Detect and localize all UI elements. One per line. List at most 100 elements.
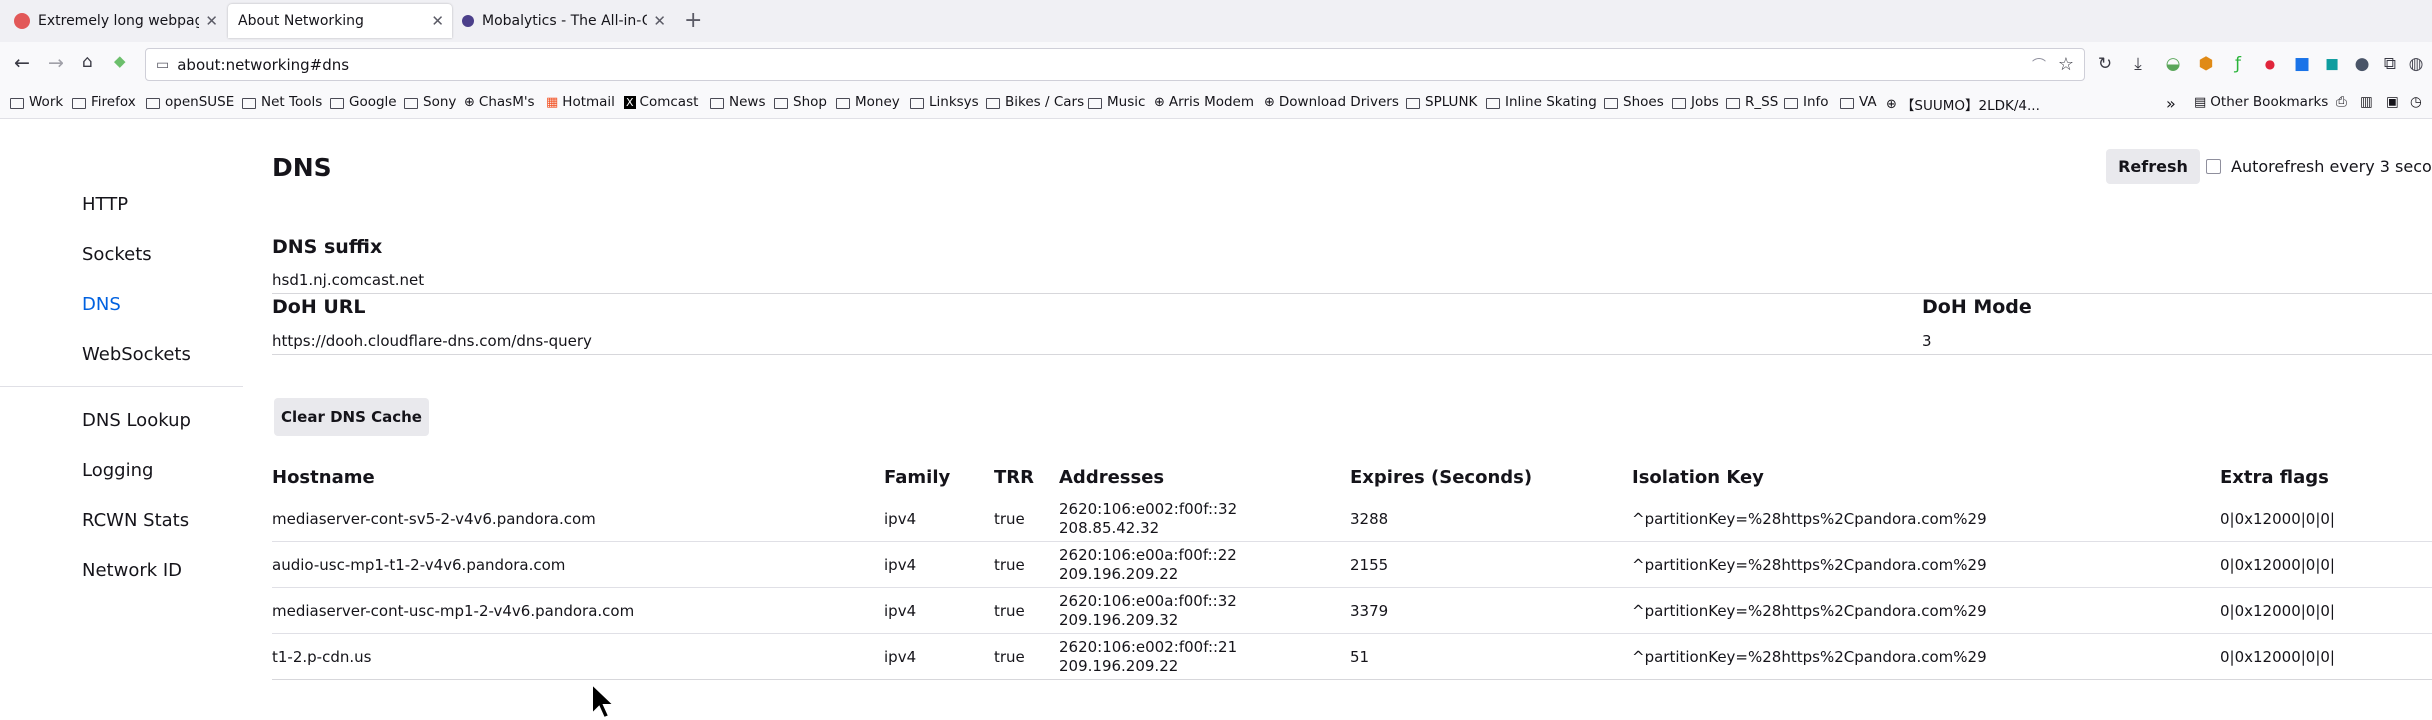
folder-icon [1840, 97, 1854, 109]
sidebar-item-dns-lookup[interactable]: DNS Lookup [82, 410, 191, 431]
bookmark-splunk[interactable]: SPLUNK [1406, 94, 1477, 110]
new-tab-icon[interactable]: + [684, 8, 702, 33]
sidebar-icon[interactable]: ▥ [2360, 94, 2373, 110]
autorefresh-checkbox[interactable] [2206, 159, 2221, 174]
bookmark-inline-skating[interactable]: Inline Skating [1486, 94, 1597, 110]
folder-icon [72, 97, 86, 109]
about-networking-page: HTTP Sockets DNS WebSockets DNS Lookup L… [0, 119, 2432, 720]
hostname-cell: audio-usc-mp1-t1-2-v4v6.pandora.com [272, 541, 884, 588]
doh-mode-value: 3 [1922, 332, 1932, 350]
history-clock-icon[interactable]: ◷ [2410, 94, 2422, 110]
extension-icon[interactable]: ● [2352, 54, 2372, 74]
sidebar-item-network-id[interactable]: Network ID [82, 560, 182, 581]
bookmark-bikes-cars[interactable]: Bikes / Cars [986, 94, 1084, 110]
globe-icon: ⊕ [1886, 96, 1897, 112]
navigation-toolbar: ← → ⌂ ◆ ▭ about:networking#dns ⌒ ☆ ↻ ⤓ ◒… [0, 42, 2432, 89]
extensions-puzzle-icon[interactable]: ⧉ [2380, 54, 2400, 74]
printer-icon[interactable]: ⎙ [2336, 94, 2347, 110]
tab-about-networking[interactable]: About Networking ✕ [228, 4, 452, 38]
sidebar-item-sockets[interactable]: Sockets [82, 244, 152, 265]
column-header-expires: Expires (Seconds) [1350, 466, 1533, 488]
close-icon[interactable]: ✕ [205, 12, 218, 30]
bookmark-hotmail[interactable]: ▦ Hotmail [546, 94, 615, 110]
bookmark-label: Firefox [91, 94, 136, 110]
sidebar-item-logging[interactable]: Logging [82, 460, 153, 481]
address-ipv4: 209.196.209.22 [1059, 564, 1179, 583]
bookmark-chasms[interactable]: ⊕ ChasM's [464, 94, 535, 110]
bookmark-info[interactable]: Info [1784, 94, 1829, 110]
close-icon[interactable]: ✕ [653, 12, 666, 30]
bookmark-work[interactable]: Work [10, 94, 63, 110]
bookmark-comcast[interactable]: X Comcast [624, 94, 698, 110]
sidebar-item-websockets[interactable]: WebSockets [82, 344, 191, 365]
bookmark-star-icon[interactable]: ☆ [2058, 54, 2074, 75]
bookmark-download-drivers[interactable]: ⊕ Download Drivers [1264, 94, 1399, 110]
bookmark-linksys[interactable]: Linksys [910, 94, 979, 110]
folder-icon [10, 97, 24, 109]
bookmark-shoes[interactable]: Shoes [1604, 94, 1664, 110]
bookmark-money[interactable]: Money [836, 94, 900, 110]
forward-arrow-icon[interactable]: → [48, 52, 64, 74]
account-icon[interactable]: ◍ [2406, 54, 2426, 74]
column-header-hostname: Hostname [272, 466, 375, 488]
isolation-key-cell: ^partitionKey=%28https%2Cpandora.com%29 [1632, 633, 2220, 680]
column-header-family: Family [884, 466, 951, 488]
column-header-addresses: Addresses [1059, 466, 1165, 488]
screenshot-icon[interactable]: ▣ [2386, 94, 2399, 110]
family-cell: ipv4 [884, 587, 994, 634]
divider [272, 354, 2432, 355]
bookmark-suumo[interactable]: ⊕ 【SUUMO】2LDK/4... [1886, 94, 2040, 115]
tab-favicon-icon [462, 15, 474, 27]
bookmark-label: Arris Modem [1168, 94, 1255, 110]
bookmark-opensuse[interactable]: openSUSE [146, 94, 234, 110]
mouse-pointer-icon [591, 682, 617, 720]
bookmark-sony[interactable]: Sony [404, 94, 456, 110]
refresh-button[interactable]: Refresh [2106, 149, 2200, 184]
sidebar-item-http[interactable]: HTTP [82, 194, 128, 215]
downloads-icon[interactable]: ⤓ [2128, 54, 2148, 74]
bookmark-net-tools[interactable]: Net Tools [242, 94, 322, 110]
sidebar-item-rcwn-stats[interactable]: RCWN Stats [82, 510, 189, 531]
extension-icon[interactable]: ◒ [2163, 54, 2183, 74]
bookmark-label: openSUSE [165, 94, 235, 110]
isolation-key-cell: ^partitionKey=%28https%2Cpandora.com%29 [1632, 496, 2220, 542]
bookmark-news[interactable]: News [710, 94, 765, 110]
chevron-overflow-icon[interactable]: » [2166, 94, 2176, 113]
reader-view-icon[interactable]: ⌒ [2032, 55, 2046, 75]
tab-favicon-icon [14, 13, 30, 29]
folder-icon [404, 97, 418, 109]
bookmark-jobs[interactable]: Jobs [1672, 94, 1719, 110]
clear-dns-cache-button[interactable]: Clear DNS Cache [274, 398, 429, 436]
home-icon[interactable]: ⌂ [82, 52, 93, 72]
bookmark-label: Linksys [929, 94, 979, 110]
sidebar-item-dns[interactable]: DNS [82, 294, 121, 315]
bookmark-arris-modem[interactable]: ⊕ Arris Modem [1154, 94, 1254, 110]
folder-icon [1486, 97, 1500, 109]
tab-mobalytics[interactable]: Mobalytics - The All-in-One ✕ [454, 4, 674, 38]
bookmark-google[interactable]: Google [330, 94, 397, 110]
url-bar[interactable]: ▭ about:networking#dns ⌒ ☆ [145, 48, 2085, 81]
bookmark-va[interactable]: VA [1840, 94, 1877, 110]
extension-icon[interactable]: ■ [2292, 54, 2312, 74]
extension-icon[interactable]: ƒ [2228, 54, 2248, 74]
address-ipv6: 2620:106:e002:f00f::21 [1059, 637, 1238, 656]
bookmark-shop[interactable]: Shop [774, 94, 827, 110]
adblock-icon[interactable]: ● [2260, 54, 2280, 74]
bookmark-label: News [729, 94, 766, 110]
other-bookmarks[interactable]: ▤ Other Bookmarks [2194, 94, 2328, 110]
expires-cell: 3288 [1350, 496, 1632, 542]
extension-icon[interactable]: ◆ [114, 52, 126, 70]
reload-icon[interactable]: ↻ [2095, 54, 2115, 74]
back-arrow-icon[interactable]: ← [14, 52, 30, 74]
bookmark-firefox[interactable]: Firefox [72, 94, 136, 110]
tab-extremely-long-webpage[interactable]: Extremely long webpage li ✕ [6, 4, 226, 38]
trr-cell: true [994, 633, 1059, 680]
bookmark-label: Shop [793, 94, 827, 110]
url-text[interactable]: about:networking#dns [177, 56, 349, 74]
shield-icon[interactable]: ⬢ [2196, 54, 2216, 74]
bookmark-music[interactable]: Music [1088, 94, 1145, 110]
autorefresh-toggle[interactable]: Autorefresh every 3 seconds [2206, 157, 2432, 176]
close-icon[interactable]: ✕ [431, 12, 444, 30]
extension-icon[interactable]: ◼ [2322, 54, 2342, 74]
bookmark-r-ss[interactable]: R_SS [1726, 94, 1778, 110]
